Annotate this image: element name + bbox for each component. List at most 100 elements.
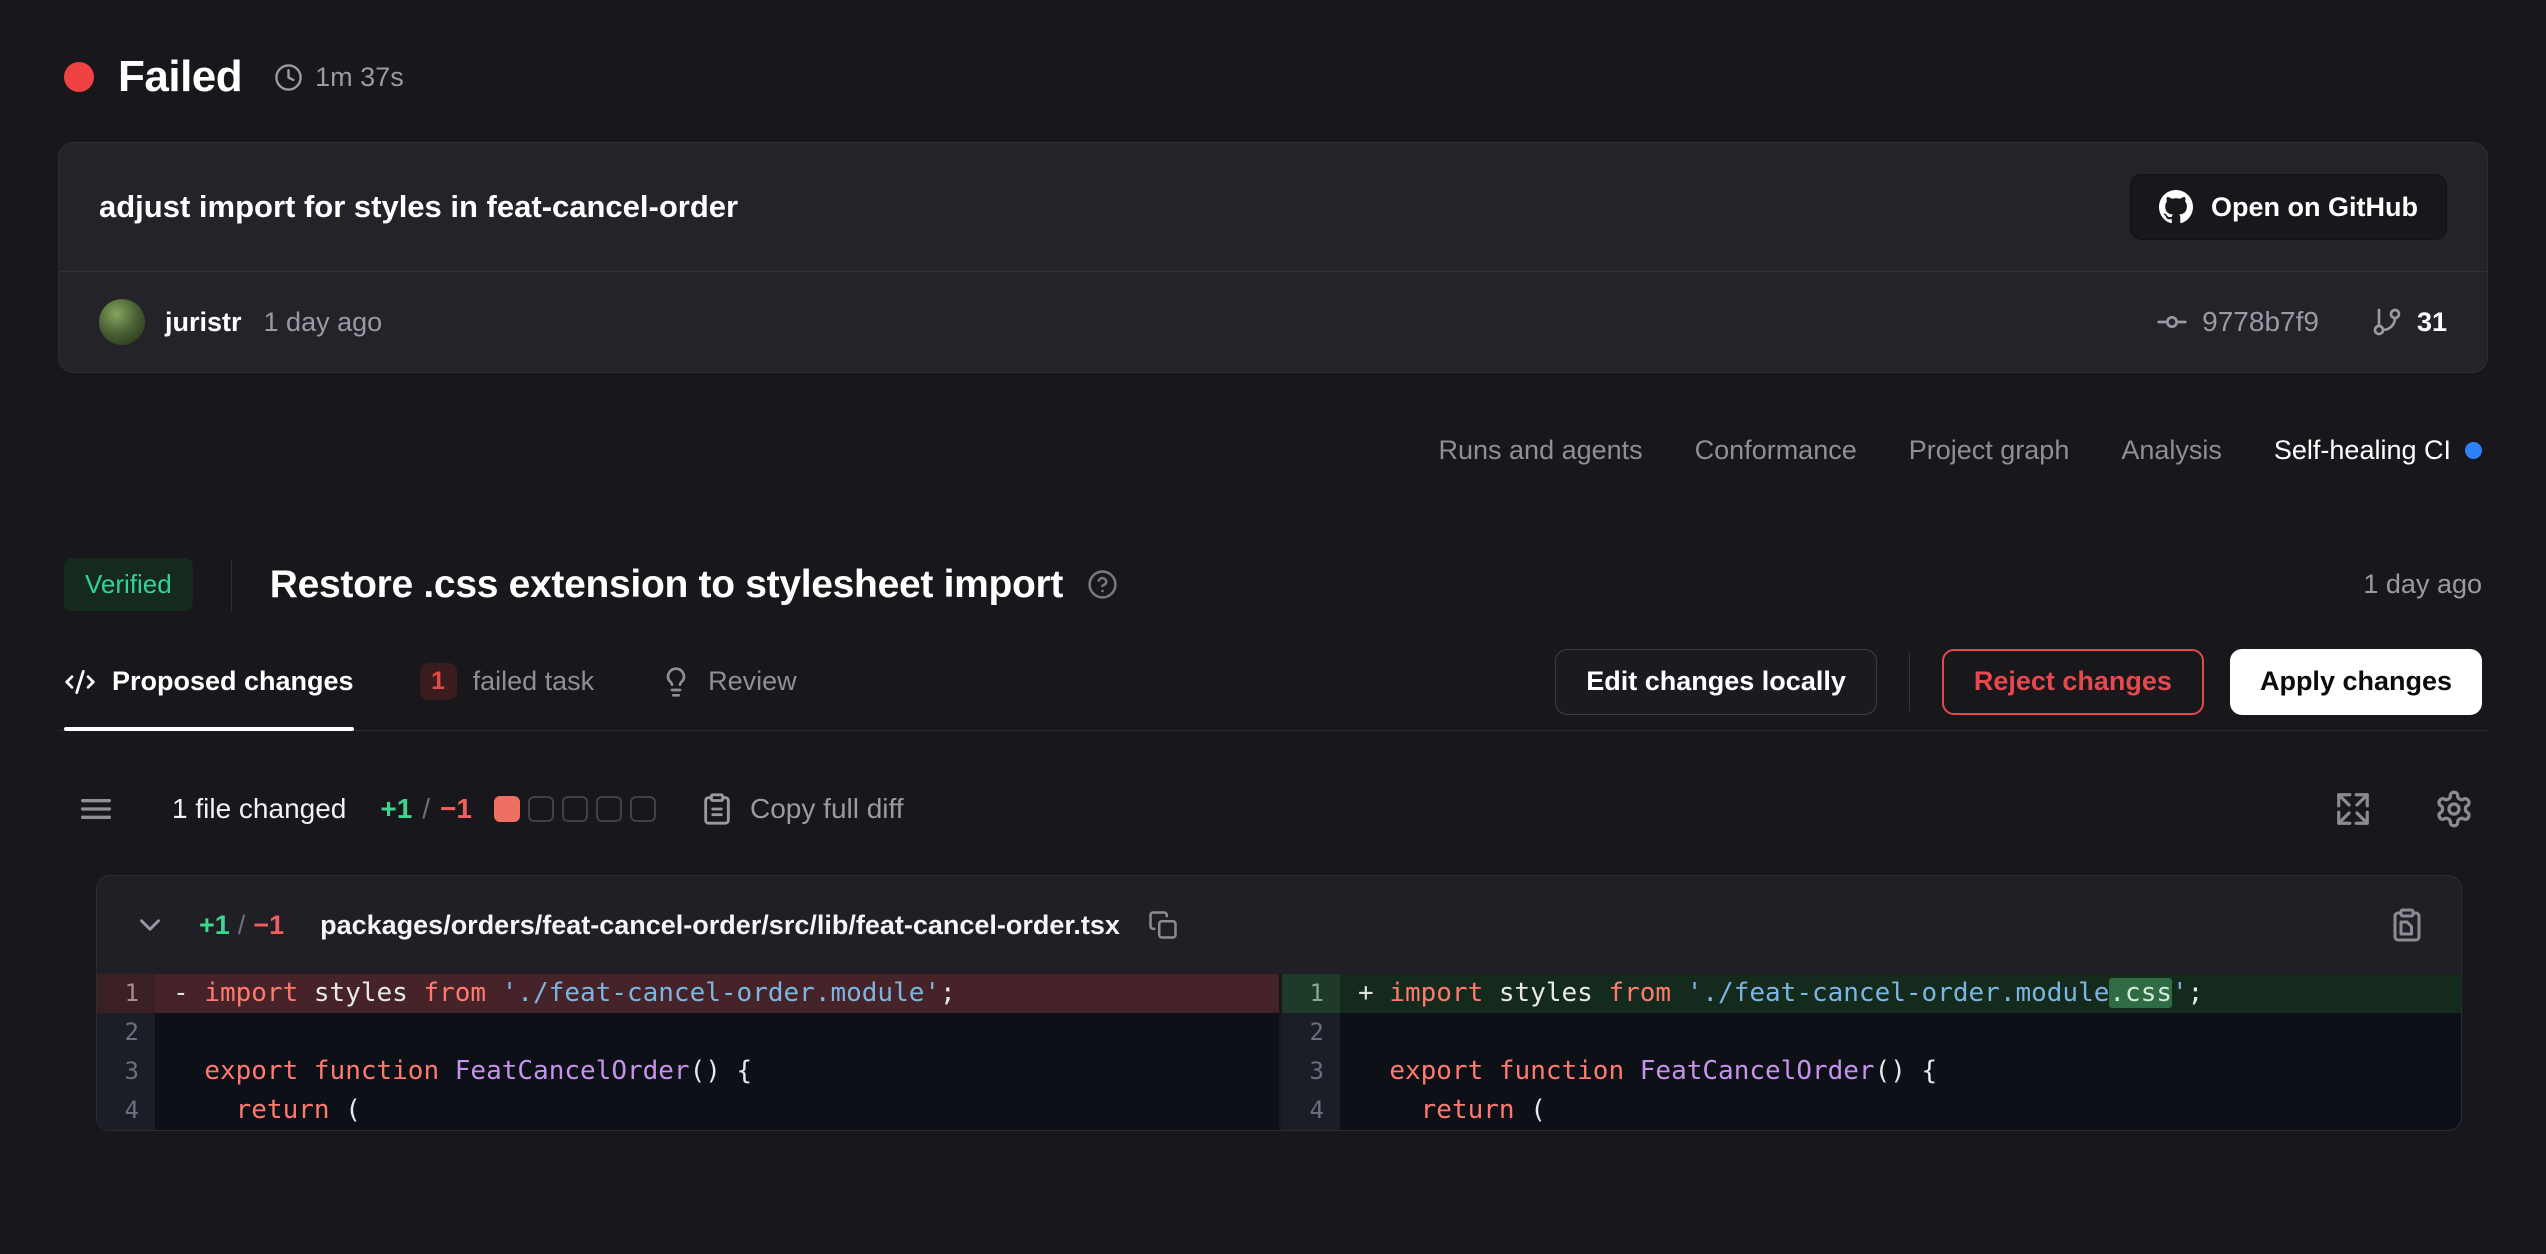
expand-icon[interactable]	[2334, 790, 2372, 828]
file-diff-stats: +1 / −1	[199, 910, 284, 941]
diff-square	[596, 796, 622, 822]
diff-stats: +1 / −1	[380, 793, 472, 825]
line-number: 1	[1282, 974, 1340, 1013]
copy-file-diff-icon[interactable]	[2389, 907, 2425, 943]
commit-hash: 9778b7f9	[2202, 306, 2319, 338]
line-number: 4	[97, 1091, 155, 1130]
branch-count-ref[interactable]: 31	[2371, 306, 2447, 338]
commit-title: adjust import for styles in feat-cancel-…	[99, 189, 738, 225]
fix-heading-row: Verified Restore .css extension to style…	[64, 558, 2482, 611]
fix-title: Restore .css extension to stylesheet imp…	[270, 563, 1063, 607]
additions-count: +1	[380, 793, 412, 825]
commit-card-top: adjust import for styles in feat-cancel-…	[59, 143, 2487, 271]
diff-toolbar: 1 file changed +1 / −1 Copy full diff	[76, 789, 2474, 829]
tab-failed-task-label: failed task	[473, 666, 595, 697]
author-name: juristr	[165, 307, 242, 338]
notification-dot	[2465, 442, 2482, 459]
nav-item-self-healing-ci[interactable]: Self-healing CI	[2274, 435, 2482, 466]
nav-item-analysis[interactable]: Analysis	[2121, 435, 2222, 466]
diff-line: 2	[97, 1013, 1279, 1052]
code-line	[1340, 1013, 2461, 1052]
open-on-github-label: Open on GitHub	[2211, 192, 2418, 223]
diff-toolbar-right	[2334, 789, 2474, 829]
diff-line: 3 export function FeatCancelOrder() {	[1282, 1052, 2461, 1091]
run-status-row: Failed 1m 37s	[0, 0, 2546, 102]
actions-divider	[1909, 653, 1910, 711]
line-number: 4	[1282, 1091, 1340, 1130]
run-duration-value: 1m 37s	[315, 62, 404, 93]
line-number: 3	[1282, 1052, 1340, 1091]
file-additions: +1	[199, 910, 230, 941]
author-group: juristr 1 day ago	[99, 299, 382, 345]
line-number: 2	[97, 1013, 155, 1052]
file-stat-separator: /	[238, 910, 246, 941]
line-number: 1	[97, 974, 155, 1013]
clock-icon	[274, 63, 303, 92]
tabs-row: Proposed changes 1 failed task Review Ed…	[58, 633, 2488, 731]
reject-changes-button[interactable]: Reject changes	[1942, 649, 2204, 715]
tab-proposed-changes[interactable]: Proposed changes	[64, 633, 354, 730]
tab-failed-task[interactable]: 1 failed task	[420, 633, 595, 730]
avatar	[99, 299, 145, 345]
diff-body: 1- import styles from './feat-cancel-ord…	[97, 974, 2461, 1130]
diff-line: 4 return (	[1282, 1091, 2461, 1130]
diff-line: 4 return (	[97, 1091, 1279, 1130]
line-number: 3	[97, 1052, 155, 1091]
line-number: 2	[1282, 1013, 1340, 1052]
edit-changes-locally-button[interactable]: Edit changes locally	[1555, 649, 1877, 715]
commit-hash-ref[interactable]: 9778b7f9	[2156, 306, 2319, 338]
ref-group: 9778b7f9 31	[2156, 306, 2447, 338]
branch-count: 31	[2417, 307, 2447, 338]
copy-full-diff-button[interactable]: Copy full diff	[700, 792, 904, 826]
nav-item-conformance[interactable]: Conformance	[1695, 435, 1857, 466]
failed-task-count-badge: 1	[420, 663, 457, 700]
apply-changes-button[interactable]: Apply changes	[2230, 649, 2482, 715]
git-branch-icon	[2371, 306, 2403, 338]
nav-item-project-graph[interactable]: Project graph	[1909, 435, 2070, 466]
diff-line: 3 export function FeatCancelOrder() {	[97, 1052, 1279, 1091]
nav-item-label: Self-healing CI	[2274, 435, 2451, 466]
diff-squares	[494, 796, 656, 822]
section-nav: Runs and agents Conformance Project grap…	[64, 435, 2482, 466]
deletions-count: −1	[440, 793, 472, 825]
diff-line: 1+ import styles from './feat-cancel-ord…	[1282, 974, 2461, 1013]
diff-square	[494, 796, 520, 822]
verified-badge: Verified	[64, 558, 193, 611]
commit-card: adjust import for styles in feat-cancel-…	[58, 142, 2488, 373]
nav-item-runs-and-agents[interactable]: Runs and agents	[1439, 435, 1643, 466]
diff-file-header: +1 / −1 packages/orders/feat-cancel-orde…	[97, 876, 2461, 974]
tab-review[interactable]: Review	[660, 633, 797, 730]
diff-square	[528, 796, 554, 822]
code-icon	[64, 666, 96, 698]
stat-separator: /	[422, 793, 430, 825]
copy-full-diff-label: Copy full diff	[750, 793, 904, 825]
gear-icon[interactable]	[2434, 789, 2474, 829]
tab-review-label: Review	[708, 666, 797, 697]
fix-actions: Edit changes locally Reject changes Appl…	[1555, 649, 2482, 715]
commit-card-bottom: juristr 1 day ago 9778b7f9 31	[59, 272, 2487, 372]
diff-square	[630, 796, 656, 822]
help-circle-icon[interactable]	[1087, 569, 1118, 600]
code-line: return (	[155, 1091, 1279, 1130]
chevron-down-icon[interactable]	[133, 908, 167, 942]
diff-line: 2	[1282, 1013, 2461, 1052]
lightbulb-icon	[660, 666, 692, 698]
git-commit-icon	[2156, 306, 2188, 338]
files-changed-label: 1 file changed	[172, 793, 346, 825]
file-list-menu-icon[interactable]	[76, 789, 116, 829]
file-deletions: −1	[253, 910, 284, 941]
clipboard-icon	[700, 792, 734, 826]
open-on-github-button[interactable]: Open on GitHub	[2130, 174, 2447, 240]
code-line: export function FeatCancelOrder() {	[1340, 1052, 2461, 1091]
fix-time-ago: 1 day ago	[2363, 569, 2482, 600]
file-path: packages/orders/feat-cancel-order/src/li…	[320, 910, 1120, 941]
copy-path-icon[interactable]	[1148, 910, 1178, 940]
diff-pane-old: 1- import styles from './feat-cancel-ord…	[97, 974, 1279, 1130]
run-status-label: Failed	[118, 52, 242, 102]
tab-proposed-changes-label: Proposed changes	[112, 666, 354, 697]
diff-panel: +1 / −1 packages/orders/feat-cancel-orde…	[96, 875, 2462, 1131]
commit-time-ago: 1 day ago	[264, 307, 383, 338]
failed-status-dot	[64, 62, 94, 92]
code-line	[155, 1013, 1279, 1052]
diff-line: 1- import styles from './feat-cancel-ord…	[97, 974, 1279, 1013]
